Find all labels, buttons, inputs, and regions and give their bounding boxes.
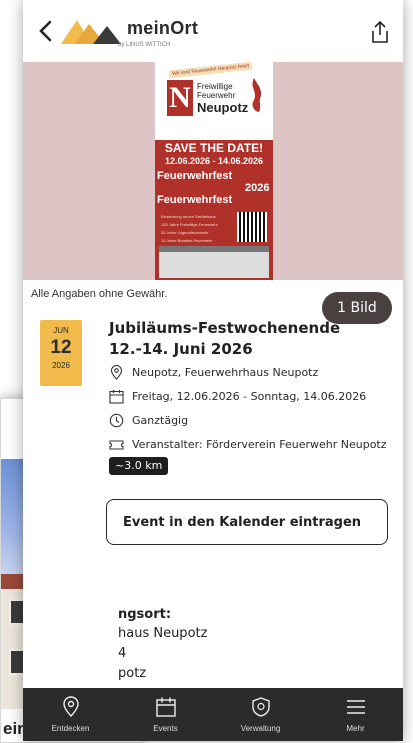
event-organizer: Veranstalter: Förderverein Feuerwehr Neu… <box>132 437 387 451</box>
tab-label: Events <box>153 724 178 733</box>
event-date-range: Freitag, 12.06.2026 - Sonntag, 14.06.202… <box>132 389 367 403</box>
brand-name: meinOrt <box>127 18 199 38</box>
tab-mehr[interactable]: Mehr <box>308 688 403 741</box>
event-location-row[interactable]: Neupotz, Feuerwehrhaus Neupotz <box>109 362 318 382</box>
meinort-logo-icon <box>61 20 121 44</box>
event-organizer-row: Veranstalter: Förderverein Feuerwehr Neu… <box>109 434 387 454</box>
tab-verwaltung[interactable]: Verwaltung <box>213 688 308 741</box>
poster-dates: 12.06.2026 - 14.06.2026 <box>164 156 264 166</box>
share-icon[interactable] <box>369 20 391 44</box>
top-bar: meinOrt by LINUS WITTICH <box>23 0 403 62</box>
tab-events[interactable]: Events <box>118 688 213 741</box>
date-box: JUN 12 2026 <box>40 320 82 386</box>
poster-place: Neupotz <box>197 100 249 115</box>
event-detail-screen: meinOrt by LINUS WITTICH Wir sind Feuerw… <box>23 0 403 741</box>
poster-header: Wir sind Feuerwehr! Neupotz feiert N Fre… <box>155 62 273 140</box>
tab-entdecken[interactable]: Entdecken <box>23 688 118 741</box>
poster-save-the-date: SAVE THE DATE! <box>164 141 264 155</box>
location-pin-icon <box>110 364 123 380</box>
clock-icon <box>109 413 124 427</box>
poster-tag: Wir sind Feuerwehr! Neupotz feiert <box>168 62 253 79</box>
event-time-row: Ganztägig <box>109 410 188 430</box>
location-pin-icon <box>62 696 79 717</box>
venue-line: 4 <box>118 646 127 661</box>
venue-line: haus Neupotz <box>118 626 208 641</box>
event-title: Jubiläums-Festwochenende 12.-14. Juni 20… <box>109 319 341 358</box>
qr-code <box>237 212 267 242</box>
venue-line: potz <box>118 666 147 681</box>
bottom-tab-bar: Entdecken Events Verwaltung Mehr <box>23 688 403 741</box>
event-image-gallery[interactable]: Wir sind Feuerwehr! Neupotz feiert N Fre… <box>23 62 403 324</box>
poster-building <box>159 252 269 278</box>
date-box-month: JUN <box>53 326 69 335</box>
menu-icon <box>346 700 365 714</box>
poster-logo-letter: N <box>167 80 193 116</box>
tab-label: Mehr <box>346 724 365 733</box>
poster-org-line2: Feuerwehr <box>197 91 236 100</box>
poster-fine-print: Einweihung neues Gerätehaus <box>161 214 216 219</box>
disclaimer-text: Alle Angaben ohne Gewähr. <box>31 288 168 300</box>
ticket-icon <box>109 439 124 450</box>
date-box-year: 2026 <box>52 361 70 370</box>
poster-fest-year: 2026 <box>245 182 270 194</box>
event-location: Neupotz, Feuerwehrhaus Neupotz <box>132 365 319 379</box>
poster-org: Freiwillige Feuerwehr <box>197 82 235 100</box>
tab-label: Entdecken <box>51 724 90 733</box>
calendar-icon <box>109 389 124 404</box>
brand-subtitle: by LINUS WITTICH <box>118 42 171 48</box>
calendar-icon <box>155 697 176 717</box>
event-poster: Wir sind Feuerwehr! Neupotz feiert N Fre… <box>155 62 273 280</box>
distance-badge: ~3.0 km <box>109 457 169 475</box>
back-chevron-icon[interactable] <box>35 18 57 44</box>
poster-fine-print: 50 Jahre Jugendfeuerwehr <box>161 230 209 235</box>
poster-fest-word: Feuerwehrfest <box>157 194 233 206</box>
poster-fine-print: 125 Jahre Freiwillige Feuerwehr <box>161 222 218 227</box>
event-date-row: Freitag, 12.06.2026 - Sonntag, 14.06.202… <box>109 386 366 406</box>
poster-org-line1: Freiwillige <box>197 82 233 91</box>
poster-fine-print: 10 Jahre Bambini-Feuerwehr <box>161 238 213 243</box>
date-box-day: 12 <box>50 337 72 358</box>
event-time: Ganztägig <box>132 413 189 427</box>
flame-icon <box>252 78 262 112</box>
tab-label: Verwaltung <box>240 724 281 733</box>
shield-icon <box>251 697 270 717</box>
poster-fest-word: Feuerwehrfest <box>157 170 233 182</box>
add-to-calendar-button[interactable]: Event in den Kalender eintragen <box>106 499 388 545</box>
venue-heading: ngsort: <box>118 607 172 622</box>
